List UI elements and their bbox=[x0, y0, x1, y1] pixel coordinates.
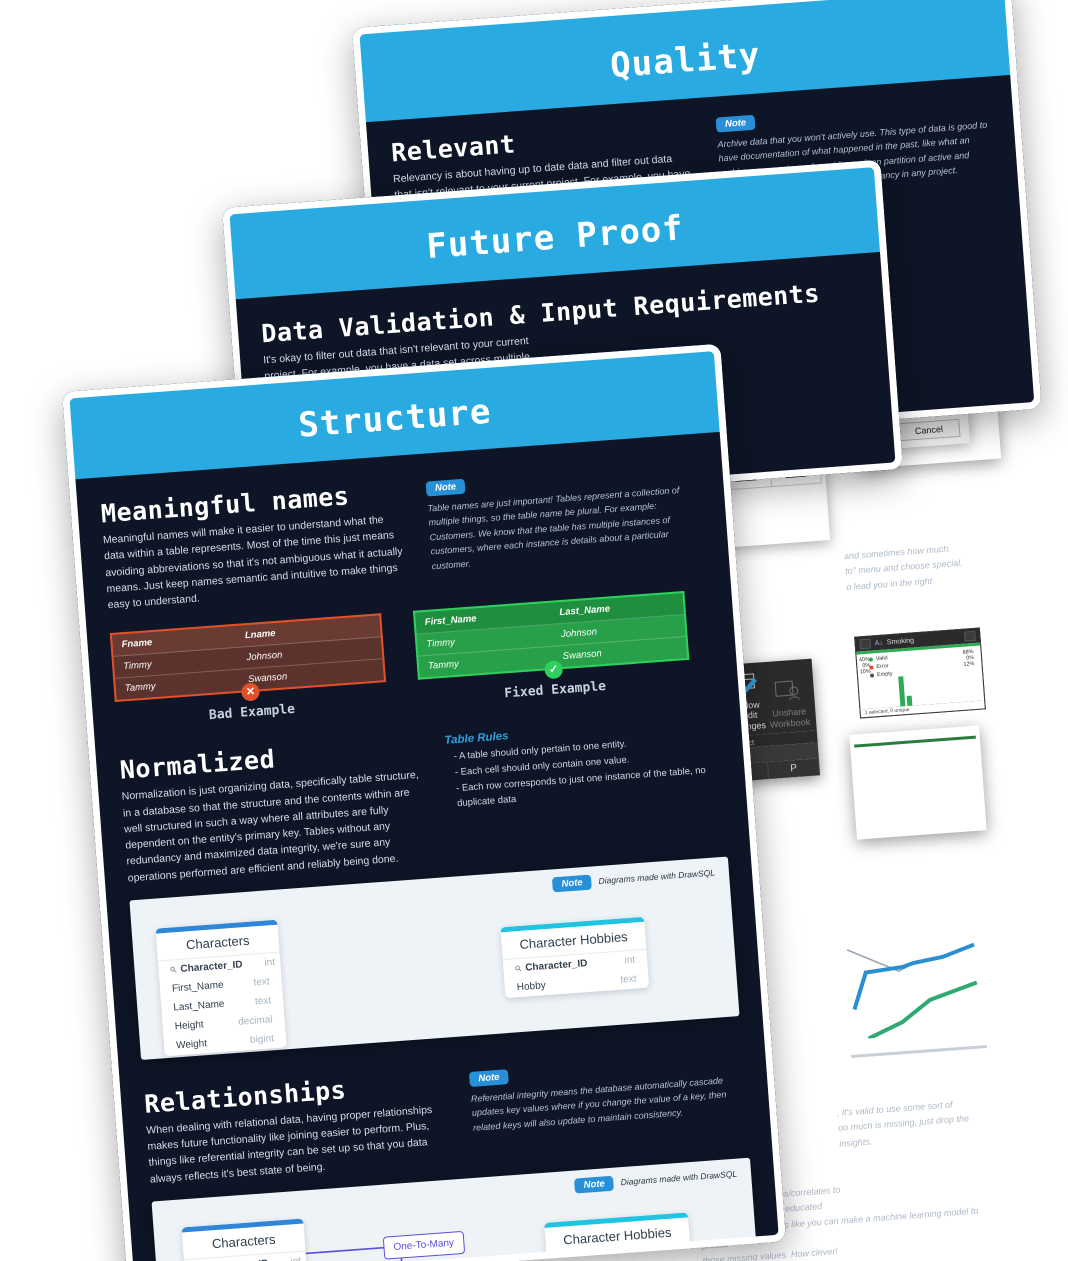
fixed-example-wrapper: First_Name Last_Name Timmy Johnson Tammy… bbox=[412, 591, 690, 681]
quality-bar-small bbox=[906, 695, 913, 707]
text-fragment-1: and sometimes how much. to" menu and cho… bbox=[843, 543, 964, 592]
legend-label-error: Error bbox=[876, 663, 889, 671]
legend-label-valid: Valid bbox=[875, 655, 888, 663]
data-quality-title: Smoking bbox=[886, 636, 915, 646]
legend-dot-valid bbox=[868, 657, 874, 662]
note-badge: Note bbox=[715, 114, 756, 133]
quality-legend: Valid Error Empty bbox=[868, 655, 893, 681]
unshare-workbook-icon bbox=[767, 677, 809, 706]
legend-dot-error bbox=[869, 665, 874, 670]
section-paragraph-meaningful-names: Meaningful names will make it easier to … bbox=[102, 513, 403, 612]
unshare-workbook-label: Unshare Workbook bbox=[769, 706, 811, 730]
drawsql-canvas-normalized[interactable]: Note Diagrams made with DrawSQL Characte… bbox=[129, 856, 740, 1060]
note-badge: Note bbox=[552, 874, 593, 893]
success-mark-icon: ✓ bbox=[544, 660, 564, 680]
note-text-relationships: Referential integrity means the database… bbox=[470, 1075, 727, 1133]
data-quality-plot: 40% 0% 10% Valid Error Empty 88% 0% 12% bbox=[856, 642, 985, 710]
note-text-meaningful-names: Table names are just important! Tables r… bbox=[427, 485, 680, 571]
data-quality-widget[interactable]: A↓ Smoking 40% 0% 10% Valid Error Empty … bbox=[854, 627, 986, 719]
quality-right-percents: 88% 0% 12% bbox=[962, 649, 975, 668]
line-chart-decoration bbox=[841, 930, 988, 1045]
cancel-button[interactable]: Cancel bbox=[897, 418, 961, 442]
column-type-icon: A↓ bbox=[874, 639, 884, 647]
dropdown-icon[interactable] bbox=[859, 638, 872, 650]
legend-dot-empty bbox=[869, 673, 875, 678]
canvas-note: Note Diagrams made with DrawSQL bbox=[552, 865, 716, 893]
entity-character-hobbies[interactable]: Character Hobbies ⚲Character_ID int Hobb… bbox=[500, 916, 650, 999]
slide-title-structure: Structure bbox=[297, 391, 493, 446]
note-badge: Note bbox=[425, 478, 466, 497]
canvas-note-text: Diagrams made with DrawSQL bbox=[598, 867, 716, 887]
text-fragment-3: , it's valid to use some sort of oo much… bbox=[836, 1099, 970, 1149]
quality-bar-main bbox=[898, 676, 906, 707]
legend-label-empty: Empty bbox=[876, 671, 893, 679]
error-mark-icon: ✕ bbox=[240, 682, 261, 702]
unshare-workbook-button: Unshare Workbook bbox=[767, 677, 811, 730]
divider-decoration bbox=[851, 1045, 987, 1058]
slide-title-quality: Quality bbox=[608, 34, 762, 86]
bad-example-wrapper: Fname Lname Timmy Johnson Tammy Swanson bbox=[109, 613, 387, 703]
entity-characters[interactable]: Characters ⚲Character_ID int First_Name … bbox=[155, 919, 287, 1057]
slide-body-structure: Meaningful names Meaningful names will m… bbox=[68, 431, 786, 1261]
menu-icon[interactable] bbox=[964, 630, 976, 642]
chart-trend-line bbox=[854, 735, 976, 748]
screenshot-stage: Filters 0 | Add ✕ OK Cancel UQ B bbox=[0, 0, 1068, 1261]
slide-structure[interactable]: Structure Meaningful names Meaningful na… bbox=[62, 343, 787, 1261]
secondary-chart-card bbox=[849, 725, 987, 840]
primary-key-icon: ⚲ bbox=[168, 964, 179, 975]
column-header-p[interactable]: P bbox=[768, 758, 821, 780]
section-paragraph-normalized: Normalization is just organizing data, s… bbox=[121, 769, 420, 885]
note-badge: Note bbox=[468, 1069, 510, 1087]
primary-key-icon: ⚲ bbox=[513, 963, 524, 974]
slide-title-future-proof: Future Proof bbox=[425, 208, 685, 268]
